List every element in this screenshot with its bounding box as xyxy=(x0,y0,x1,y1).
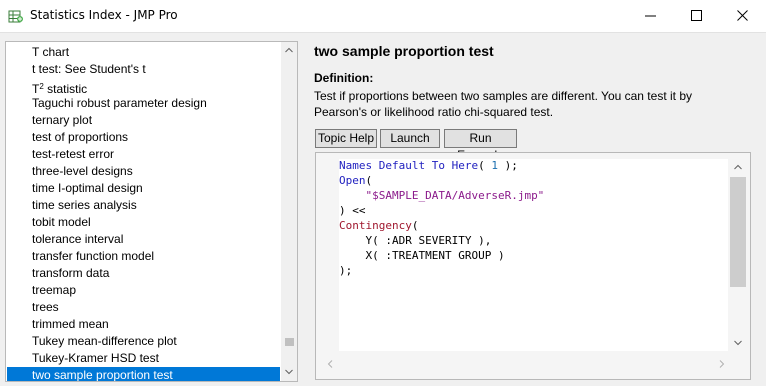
list-item[interactable]: Tukey-Kramer HSD test xyxy=(7,350,280,367)
close-button[interactable] xyxy=(720,0,766,32)
script-line: Open( xyxy=(339,174,372,188)
script-token: Y( :ADR SEVERITY ), xyxy=(339,234,492,247)
list-item-label: transform data xyxy=(32,266,110,280)
maximize-button[interactable] xyxy=(674,0,720,32)
list-item-label: test of proportions xyxy=(32,130,129,144)
minimize-button[interactable] xyxy=(628,0,674,32)
script-scroll-down-button[interactable] xyxy=(730,335,746,351)
list-item[interactable]: time series analysis xyxy=(7,197,280,214)
list-item[interactable]: treemap xyxy=(7,282,280,299)
definition-label: Definition: xyxy=(314,71,374,85)
list-item-label: t test: See Student's t xyxy=(32,62,146,76)
list-item[interactable]: Tukey mean-difference plot xyxy=(7,333,280,350)
script-line: "$SAMPLE_DATA/AdverseR.jmp" xyxy=(339,189,545,203)
list-item[interactable]: trees xyxy=(7,299,280,316)
chevron-down-icon xyxy=(285,369,293,375)
script-token: "$SAMPLE_DATA/AdverseR.jmp" xyxy=(365,189,545,202)
script-line: Contingency( xyxy=(339,219,418,233)
list-item-label: T chart xyxy=(32,45,70,59)
list-item-label: time series analysis xyxy=(32,198,137,212)
topic-title: two sample proportion test xyxy=(314,43,494,59)
chevron-up-icon xyxy=(285,47,293,53)
index-list-scrollbar[interactable] xyxy=(281,42,297,381)
script-scroll-up-button[interactable] xyxy=(730,159,746,175)
list-item-label: time I-optimal design xyxy=(32,181,143,195)
list-item[interactable]: tolerance interval xyxy=(7,231,280,248)
list-item-label: trimmed mean xyxy=(32,317,109,331)
definition-text: Test if proportions between two samples … xyxy=(314,89,692,119)
script-scroll-thumb[interactable] xyxy=(730,177,746,287)
list-item[interactable]: tobit model xyxy=(7,214,280,231)
script-token xyxy=(339,189,366,202)
list-item[interactable]: test of proportions xyxy=(7,129,280,146)
minimize-icon xyxy=(645,15,656,17)
close-icon xyxy=(737,10,748,21)
list-item-label: transfer function model xyxy=(32,249,155,263)
list-item[interactable]: test-retest error xyxy=(7,146,280,163)
list-item-label: treemap xyxy=(32,283,77,297)
list-item[interactable]: ternary plot xyxy=(7,112,280,129)
script-line: ) << xyxy=(339,204,366,218)
script-token: ( xyxy=(365,174,373,187)
script-token: X( :TREATMENT GROUP ) xyxy=(339,249,505,262)
script-horizontal-scrollbar[interactable] xyxy=(323,353,729,369)
list-item[interactable]: trimmed mean xyxy=(7,316,280,333)
script-token: Names Default To Here xyxy=(339,159,479,172)
script-line: Y( :ADR SEVERITY ), xyxy=(339,234,491,248)
list-item[interactable]: t test: See Student's t xyxy=(7,61,280,78)
index-list-scroll-thumb[interactable] xyxy=(285,338,294,346)
list-item-label: three-level designs xyxy=(32,164,133,178)
maximize-icon xyxy=(691,10,702,21)
list-item-label-suffix: statistic xyxy=(43,82,88,96)
chevron-left-icon[interactable] xyxy=(327,357,333,371)
list-item[interactable]: T chart xyxy=(7,44,280,61)
list-item-label: Taguchi robust parameter design xyxy=(32,96,207,110)
script-token: ) << xyxy=(339,204,366,217)
list-item-label: tolerance interval xyxy=(32,232,124,246)
script-line: X( :TREATMENT GROUP ) xyxy=(339,249,505,263)
list-item-label: trees xyxy=(32,300,59,314)
list-item-label: tobit model xyxy=(32,215,91,229)
topic-help-button[interactable]: Topic Help xyxy=(315,129,377,148)
list-item[interactable]: Taguchi robust parameter design xyxy=(7,95,280,112)
run-example-button[interactable]: Run Example xyxy=(444,129,517,162)
list-item-label: two sample proportion test xyxy=(32,368,173,382)
script-token: ( xyxy=(411,219,419,232)
window-title: Statistics Index - JMP Pro xyxy=(30,8,178,22)
list-item-label: Tukey-Kramer HSD test xyxy=(32,351,159,365)
script-vertical-scrollbar[interactable] xyxy=(730,159,746,351)
scroll-down-button[interactable] xyxy=(281,364,297,380)
title-bar: Statistics Index - JMP Pro xyxy=(0,0,766,33)
list-item-label: Tukey mean-difference plot xyxy=(32,334,177,348)
chevron-down-icon xyxy=(734,340,742,346)
list-item[interactable]: transfer function model xyxy=(7,248,280,265)
jmp-app-icon xyxy=(8,8,24,24)
list-item[interactable]: two sample proportion test xyxy=(7,367,280,382)
script-token: 1 xyxy=(491,159,498,172)
script-token: Contingency xyxy=(339,219,412,232)
script-token: ( xyxy=(478,159,492,172)
launch-button[interactable]: Launch xyxy=(380,129,440,148)
list-item[interactable]: transform data xyxy=(7,265,280,282)
chevron-right-icon[interactable] xyxy=(719,357,725,371)
list-item[interactable]: time I-optimal design xyxy=(7,180,280,197)
list-item-label: test-retest error xyxy=(32,147,115,161)
list-item[interactable]: T2 statistic xyxy=(7,78,280,96)
list-item-label: ternary plot xyxy=(32,113,93,127)
index-list[interactable]: T chart t test: See Student's t T2 statist… xyxy=(5,41,298,382)
script-line: Names Default To Here( 1 ); xyxy=(339,159,518,173)
script-token: ); xyxy=(497,159,518,172)
list-item[interactable]: three-level designs xyxy=(7,163,280,180)
script-token: Open xyxy=(339,174,366,187)
script-token: ); xyxy=(339,264,353,277)
chevron-up-icon xyxy=(734,164,742,170)
scroll-up-button[interactable] xyxy=(281,42,297,58)
script-line: ); xyxy=(339,264,352,278)
